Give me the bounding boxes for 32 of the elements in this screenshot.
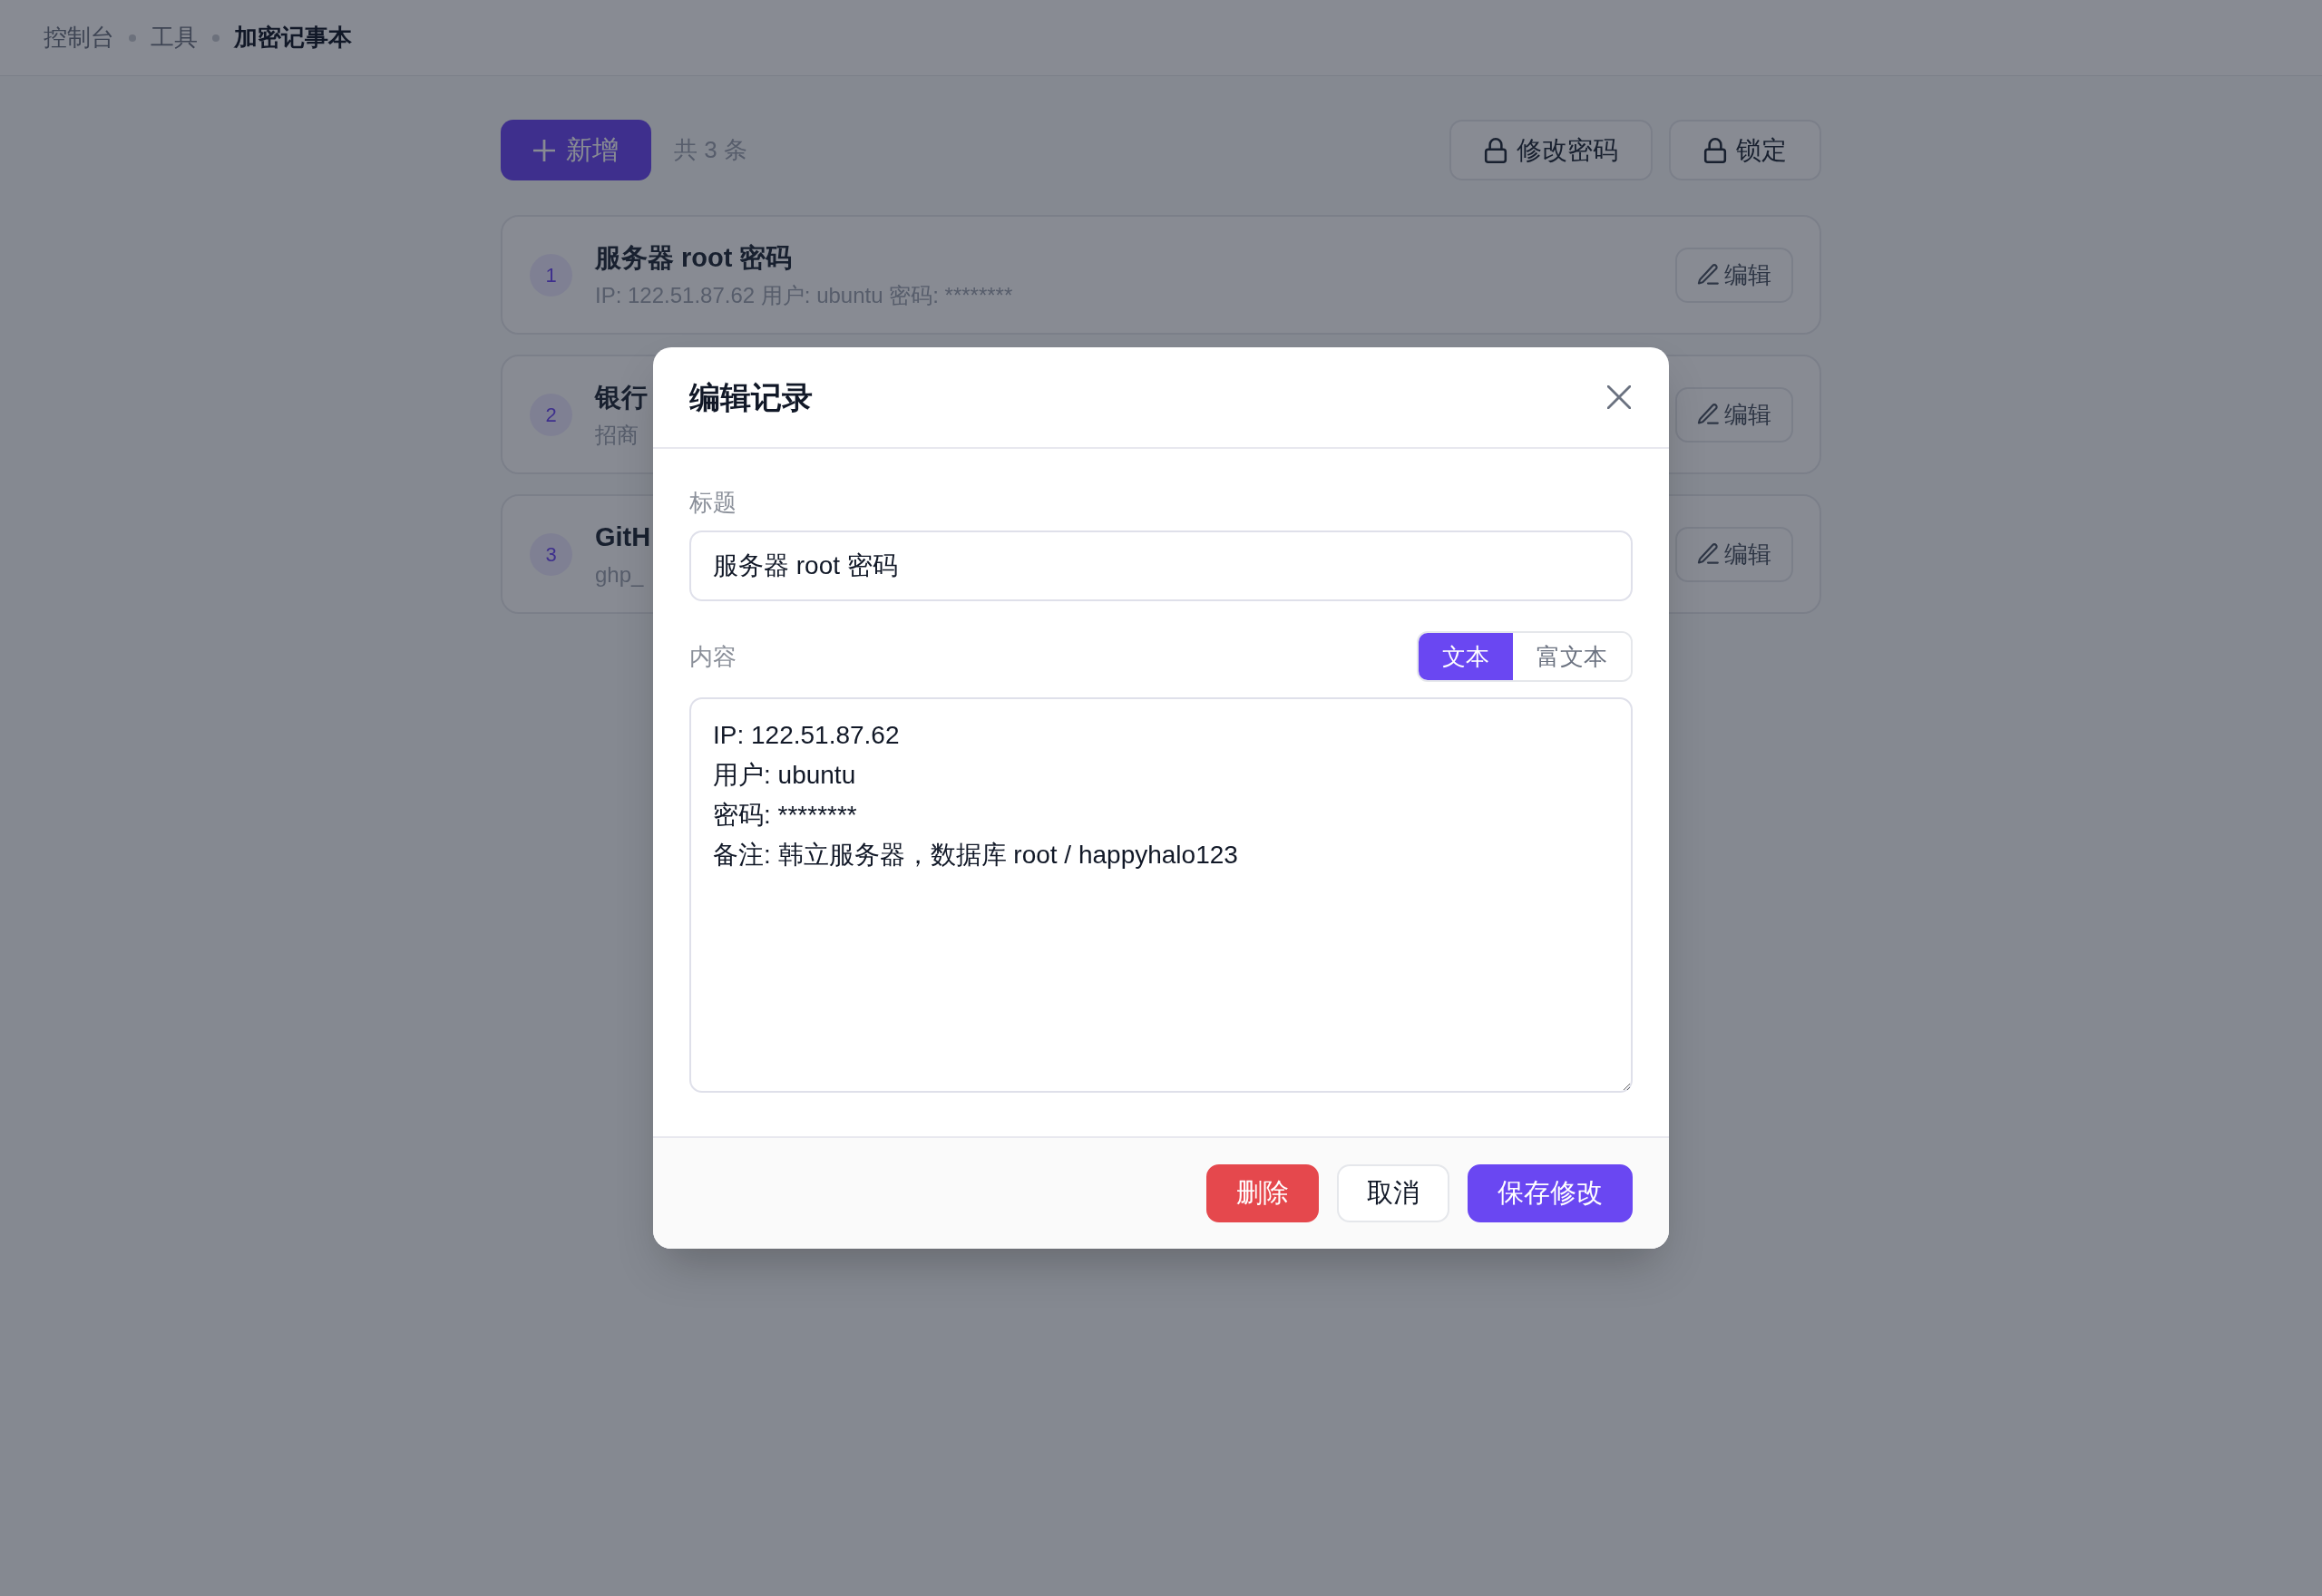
- field-label: 内容: [689, 641, 737, 672]
- mode-tab[interactable]: 文本: [1419, 633, 1513, 680]
- change-password-button[interactable]: 修改密码: [1449, 120, 1653, 180]
- field-label: 标题: [689, 489, 737, 517]
- pencil-icon: [1697, 404, 1719, 425]
- cancel-button[interactable]: 取消: [1337, 1164, 1449, 1222]
- number-badge: 1: [530, 253, 572, 297]
- title-input[interactable]: 服务器 root 密码: [689, 530, 1633, 601]
- record-title: 银行: [595, 382, 648, 414]
- dialog-title: 编辑记录: [689, 378, 813, 416]
- save-button[interactable]: 保存修改: [1468, 1164, 1633, 1222]
- number-badge: 3: [530, 532, 572, 576]
- edit-button[interactable]: 编辑: [1675, 386, 1793, 443]
- record-title: GitH: [595, 521, 651, 553]
- breadcrumb-item: 加密记事本: [234, 23, 352, 53]
- content-textarea[interactable]: IP: 122.51.87.62 用户: ubuntu 密码: ******** 备注: 韩立服务器，数据库 root / happyhalo123: [689, 697, 1633, 1093]
- lock-button[interactable]: 锁定: [1669, 120, 1821, 180]
- add-button[interactable]: 新增: [501, 120, 651, 180]
- pencil-icon: [1697, 264, 1719, 286]
- edit-button[interactable]: 编辑: [1675, 526, 1793, 582]
- lock-icon: [1703, 137, 1727, 163]
- plus-icon: [533, 139, 555, 161]
- close-button[interactable]: [1605, 384, 1633, 411]
- number-badge: 2: [530, 393, 572, 436]
- breadcrumb-item[interactable]: 控制台: [44, 20, 114, 55]
- breadcrumb-item[interactable]: 工具: [151, 20, 198, 55]
- record-title: 服务器 root 密码: [595, 242, 794, 274]
- edit-button[interactable]: 编辑: [1675, 247, 1793, 303]
- lock-icon: [1484, 137, 1507, 163]
- pencil-icon: [1697, 543, 1719, 565]
- close-icon: [1607, 385, 1631, 409]
- delete-button[interactable]: 删除: [1206, 1164, 1319, 1222]
